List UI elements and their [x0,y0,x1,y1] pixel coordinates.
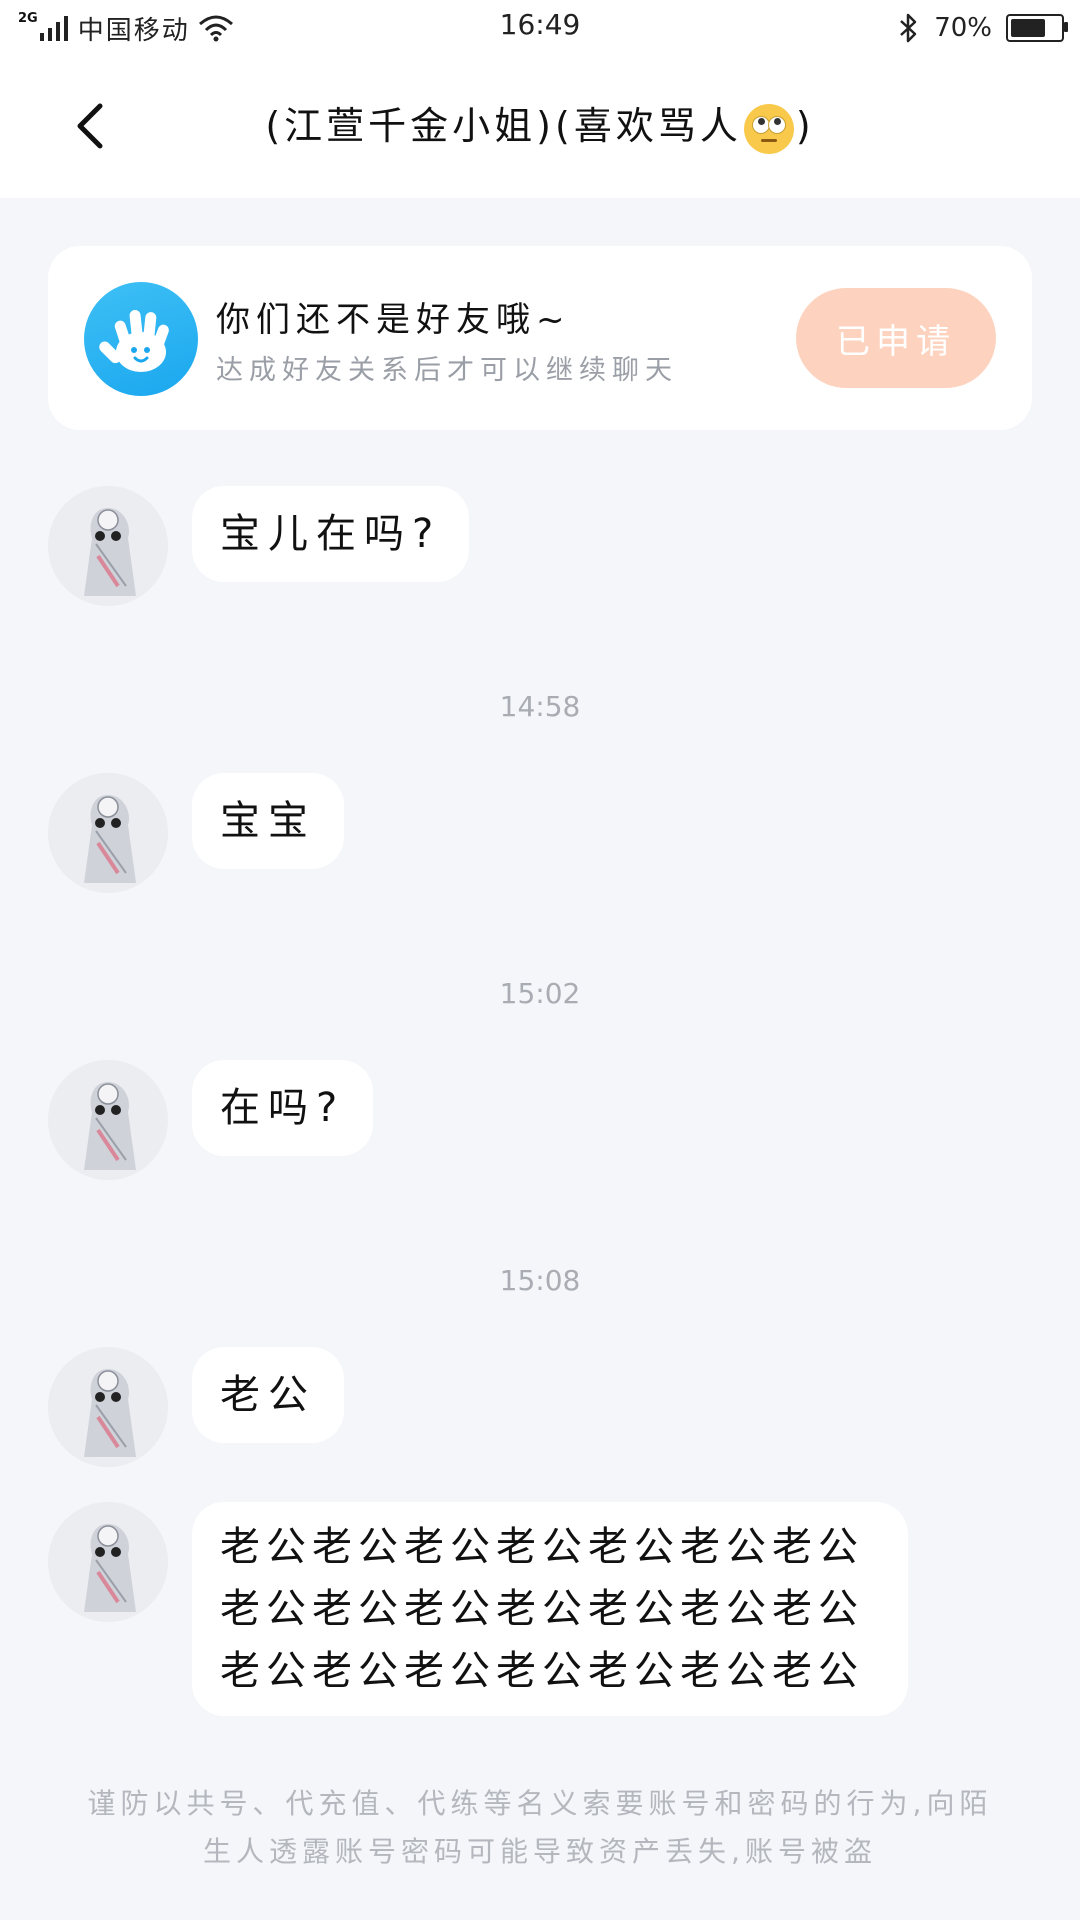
avatar[interactable] [48,1502,168,1622]
applied-button[interactable]: 已申请 [796,288,996,388]
message-row: 老公老公老公老公老公老公老公老公老公老公老公老公老公老公老公老公老公老公老公老公… [48,1502,908,1716]
avatar-illustration [48,1502,168,1622]
avatar-illustration [48,773,168,893]
message-row: 宝宝 [48,773,344,893]
avatar[interactable] [48,773,168,893]
title-close: ) [795,104,815,148]
message-bubble[interactable]: 在吗? [192,1060,374,1156]
bluetooth-icon [900,13,917,43]
timestamp: 15:08 [499,1264,581,1297]
security-warning: 谨防以共号、代充值、代练等名义索要账号和密码的行为,向陌生人透露账号密码可能导致… [87,1787,993,1868]
avatar-illustration [48,1060,168,1180]
status-bar: 2G 中国移动 16:49 70% [0,0,1080,54]
back-button[interactable] [60,94,124,158]
battery-level [1011,19,1045,37]
message-bubble[interactable]: 宝宝 [192,773,344,869]
friend-notice-card: 你们还不是好友哦~ 达成好友关系后才可以继续聊天 已申请 [48,246,1032,430]
message-bubble[interactable]: 老公老公老公老公老公老公老公老公老公老公老公老公老公老公老公老公老公老公老公老公… [192,1502,908,1716]
avatar[interactable] [48,1347,168,1467]
title-text: (江萱千金小姐)(喜欢骂人 [265,104,742,148]
avatar[interactable] [48,486,168,606]
page-title: (江萱千金小姐)(喜欢骂人) [150,94,930,158]
status-right: 70% [898,8,1068,48]
message-row: 老公 [48,1347,344,1467]
chevron-left-icon [77,103,103,149]
chat-screen: 2G 中国移动 16:49 70% (江萱千金小姐)(喜欢骂人) 你们还不是好… [0,0,1080,1920]
eye-roll-emoji-icon [743,103,794,154]
notice-title: 你们还不是好友哦~ [216,300,571,340]
battery-percent: 70% [934,13,992,43]
message-bubble[interactable]: 宝儿在吗? [192,486,470,582]
message-row: 宝儿在吗? [48,486,470,606]
avatar-illustration [48,1347,168,1467]
avatar[interactable] [48,1060,168,1180]
avatar-illustration [48,486,168,606]
timestamp: 14:58 [499,690,581,723]
nav-bar: (江萱千金小姐)(喜欢骂人) [0,54,1080,198]
message-row: 在吗? [48,1060,374,1180]
message-bubble[interactable]: 老公 [192,1347,344,1443]
hand-wave-icon [84,282,198,396]
battery-icon [1006,14,1068,42]
notice-subtitle: 达成好友关系后才可以继续聊天 [216,355,678,386]
timestamp: 15:02 [499,977,581,1010]
